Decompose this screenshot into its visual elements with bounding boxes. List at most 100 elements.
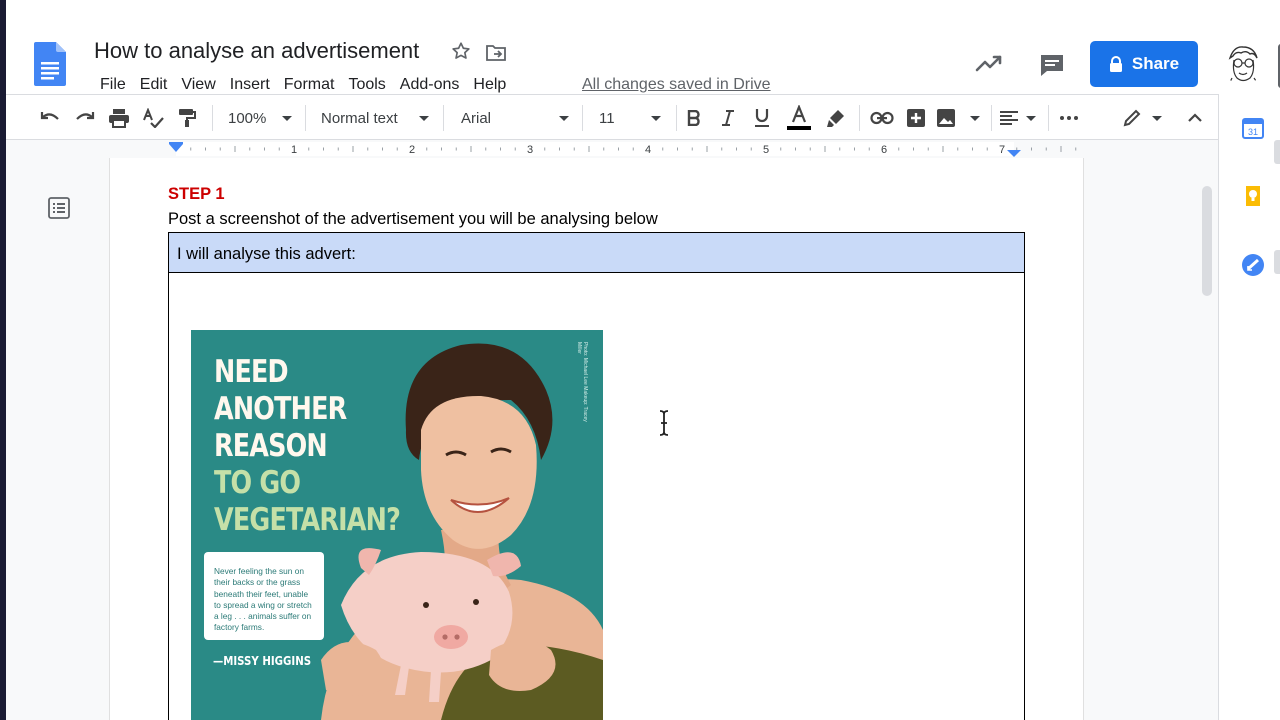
font-size-value: 11: [599, 109, 615, 127]
chevron-down-icon: [651, 115, 661, 121]
toolbar-separator: [443, 105, 444, 131]
advert-photo-credit: Photo: Michael Lee Makeup: Tracey Miller: [576, 342, 588, 422]
text-color-button[interactable]: [786, 105, 812, 131]
insert-image-button[interactable]: [936, 105, 980, 131]
text-cursor-icon: [659, 410, 669, 436]
paint-format-button[interactable]: [175, 105, 199, 131]
table-header-cell[interactable]: I will analyse this advert:: [169, 233, 1024, 273]
highlighter-icon: [827, 110, 844, 127]
toolbar-separator: [676, 105, 677, 131]
move-to-folder-icon[interactable]: [485, 42, 507, 62]
tasks-icon[interactable]: [1241, 253, 1265, 277]
step-heading[interactable]: STEP 1: [168, 185, 225, 204]
align-left-icon: [1000, 111, 1018, 125]
chevron-down-icon: [1026, 115, 1036, 121]
toolbar-separator: [859, 105, 860, 131]
menu-help[interactable]: Help: [466, 75, 513, 95]
docs-logo-icon[interactable]: [34, 42, 66, 86]
menu-view[interactable]: View: [174, 75, 222, 95]
comment-history-icon[interactable]: [1038, 52, 1066, 78]
pencil-icon: [1123, 109, 1141, 127]
italic-button[interactable]: [718, 105, 738, 131]
keep-icon[interactable]: [1241, 184, 1265, 208]
toolbar-separator: [212, 105, 213, 131]
chevron-down-icon: [419, 115, 429, 121]
more-horizontal-icon: [1060, 116, 1078, 120]
menu-format[interactable]: Format: [277, 75, 342, 95]
document-scrollbar-thumb[interactable]: [1202, 186, 1212, 296]
undo-icon: [40, 112, 59, 120]
redo-icon: [76, 112, 95, 120]
add-comment-icon: [907, 109, 925, 127]
user-avatar[interactable]: [1224, 42, 1262, 86]
italic-icon: [722, 110, 734, 126]
toolbar-separator: [582, 105, 583, 131]
menu-bar: File Edit View Insert Format Tools Add-o…: [93, 75, 513, 95]
chevron-down-icon: [282, 115, 292, 121]
link-icon: [870, 111, 894, 125]
paragraph-style-select[interactable]: Normal text: [321, 105, 429, 131]
first-line-indent-marker[interactable]: [169, 142, 183, 144]
menu-insert[interactable]: Insert: [223, 75, 277, 95]
advert-image[interactable]: NEED ANOTHER REASON TO GO VEGETARIAN? Ne…: [191, 330, 603, 720]
table-header-text: I will analyse this advert:: [177, 245, 356, 263]
toolbar-separator: [991, 105, 992, 131]
ruler-label: 4: [645, 144, 651, 156]
zoom-select[interactable]: 100%: [228, 105, 292, 131]
chevron-up-icon: [1188, 113, 1202, 122]
menu-tools[interactable]: Tools: [341, 75, 392, 95]
document-title[interactable]: How to analyse an advertisement: [94, 38, 419, 64]
ruler-label: 1: [291, 144, 297, 156]
paint-format-icon: [179, 109, 196, 127]
align-button[interactable]: [1000, 105, 1036, 131]
image-icon: [937, 109, 955, 127]
advert-quote-card: Never feeling the sun on their backs or …: [204, 552, 324, 640]
chevron-down-icon: [559, 115, 569, 121]
instruction-text[interactable]: Post a screenshot of the advertisement y…: [168, 210, 658, 229]
document-outline-icon[interactable]: [47, 196, 71, 220]
font-family-value: Arial: [461, 109, 492, 127]
insert-link-button[interactable]: [870, 105, 894, 131]
insert-comment-button[interactable]: [904, 105, 928, 131]
collapse-menus-button[interactable]: [1184, 105, 1206, 131]
headline-line: TO GO: [214, 465, 301, 501]
print-icon: [109, 109, 129, 128]
bold-icon: [687, 110, 700, 126]
calendar-day: 31: [1248, 127, 1258, 137]
ruler-label: 7: [999, 144, 1005, 156]
advert-headline: NEED ANOTHER REASON TO GO VEGETARIAN?: [214, 354, 401, 539]
redo-button[interactable]: [73, 105, 97, 131]
calendar-icon[interactable]: 31: [1241, 116, 1265, 140]
menu-addons[interactable]: Add-ons: [393, 75, 467, 95]
spellcheck-button[interactable]: [141, 105, 165, 131]
headline-line: ANOTHER: [214, 391, 347, 427]
save-status-link[interactable]: All changes saved in Drive: [582, 75, 771, 95]
activity-dashboard-icon[interactable]: [974, 52, 1004, 76]
menu-file[interactable]: File: [93, 75, 133, 95]
undo-button[interactable]: [38, 105, 62, 131]
editing-mode-button[interactable]: [1122, 105, 1162, 131]
underline-icon: [755, 109, 769, 127]
advert-quote-author: —MISSY HIGGINS: [213, 654, 312, 668]
ruler-bar: 1 2 3 4 5 6 7: [6, 140, 1218, 158]
text-color-icon: [787, 105, 811, 130]
share-button[interactable]: Share: [1090, 41, 1198, 87]
side-edge-tab: [1274, 250, 1280, 274]
menu-edit[interactable]: Edit: [133, 75, 175, 95]
underline-button[interactable]: [752, 105, 772, 131]
horizontal-ruler[interactable]: 1 2 3 4 5 6 7: [108, 140, 1082, 158]
headline-line: NEED: [214, 354, 289, 390]
headline-line: REASON: [214, 428, 328, 464]
toolbar-separator: [305, 105, 306, 131]
headline-line: VEGETARIAN?: [214, 502, 401, 538]
spellcheck-icon: [143, 108, 164, 128]
more-button[interactable]: [1058, 105, 1080, 131]
print-button[interactable]: [107, 105, 131, 131]
bold-button[interactable]: [684, 105, 704, 131]
advert-quote: Never feeling the sun on their backs or …: [214, 566, 312, 633]
font-size-select[interactable]: 11: [599, 105, 661, 131]
ruler-label: 5: [763, 144, 769, 156]
star-icon[interactable]: [450, 40, 472, 62]
font-family-select[interactable]: Arial: [461, 105, 569, 131]
highlight-color-button[interactable]: [824, 105, 848, 131]
